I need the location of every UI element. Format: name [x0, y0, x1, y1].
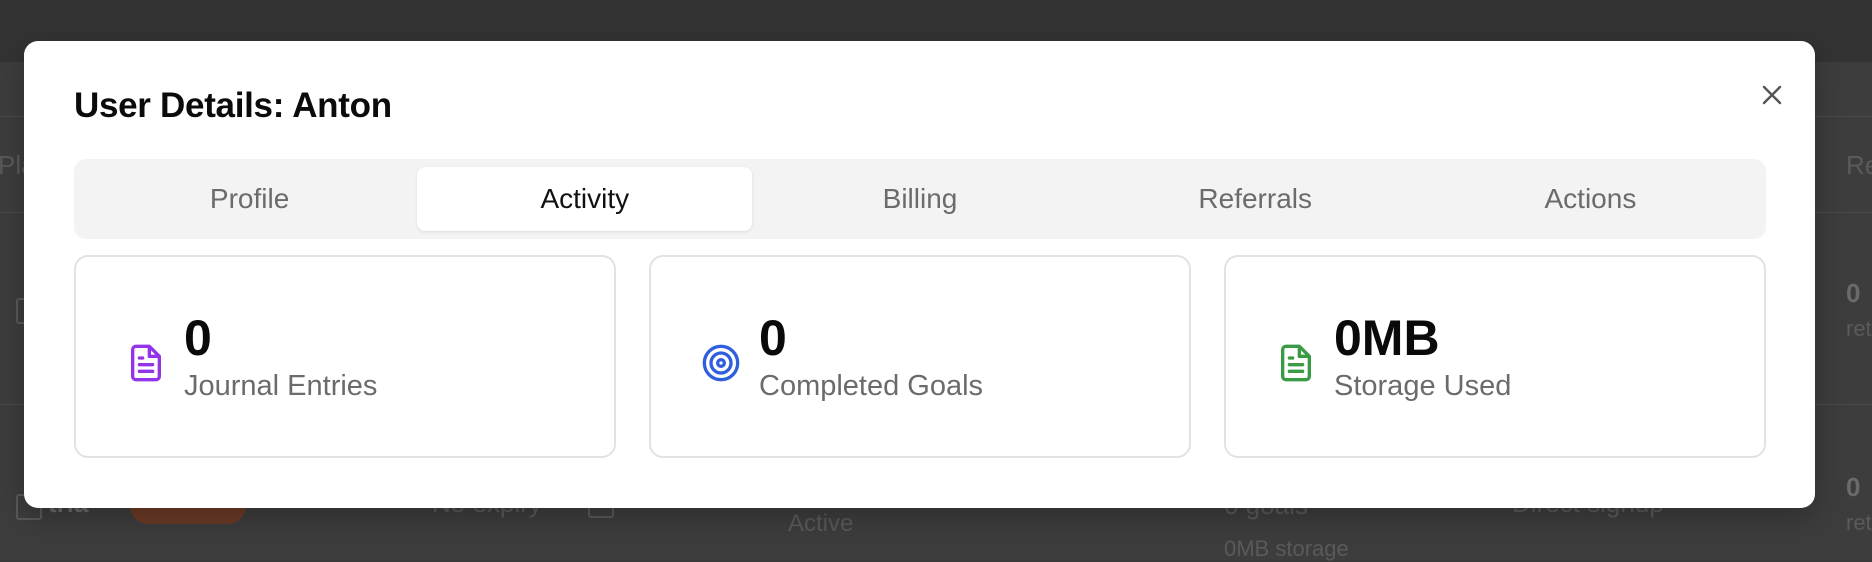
close-icon — [1762, 85, 1782, 105]
user-details-modal: User Details: Anton Profile Activity Bil… — [24, 41, 1815, 508]
backdrop-cell: ret — [1846, 510, 1872, 535]
stat-card-journal-entries: 0 Journal Entries — [74, 255, 616, 458]
tab-list: Profile Activity Billing Referrals Actio… — [74, 159, 1766, 239]
stat-value: 0MB — [1334, 309, 1440, 366]
tab-referrals[interactable]: Referrals — [1088, 167, 1423, 231]
file-icon — [1281, 344, 1311, 381]
stat-card-completed-goals: 0 Completed Goals — [649, 255, 1191, 458]
backdrop-cell: 0 — [1846, 472, 1861, 502]
backdrop-cell: 0 — [1846, 278, 1861, 308]
modal-title: User Details: Anton — [74, 86, 392, 125]
tab-actions[interactable]: Actions — [1423, 167, 1758, 231]
stat-label: Completed Goals — [759, 369, 984, 402]
tab-profile[interactable]: Profile — [82, 167, 417, 231]
stat-value: 0 — [184, 309, 212, 366]
backdrop-cell: Active — [788, 510, 854, 537]
backdrop-cell: 0MB storage — [1224, 536, 1349, 561]
stat-label: Storage Used — [1334, 369, 1512, 402]
activity-stats: 0 Journal Entries 0 Completed Goals 0MB … — [74, 255, 1766, 458]
close-button[interactable] — [1752, 75, 1792, 115]
stat-value: 0 — [759, 309, 787, 366]
backdrop-header-cell: Re — [1846, 150, 1872, 180]
document-icon — [131, 344, 161, 381]
stat-label: Journal Entries — [184, 369, 378, 402]
stat-card-storage-used: 0MB Storage Used — [1224, 255, 1766, 458]
backdrop-cell: ret — [1846, 316, 1872, 341]
tab-billing[interactable]: Billing — [752, 167, 1087, 231]
target-icon — [702, 344, 740, 381]
tab-activity[interactable]: Activity — [417, 167, 753, 231]
